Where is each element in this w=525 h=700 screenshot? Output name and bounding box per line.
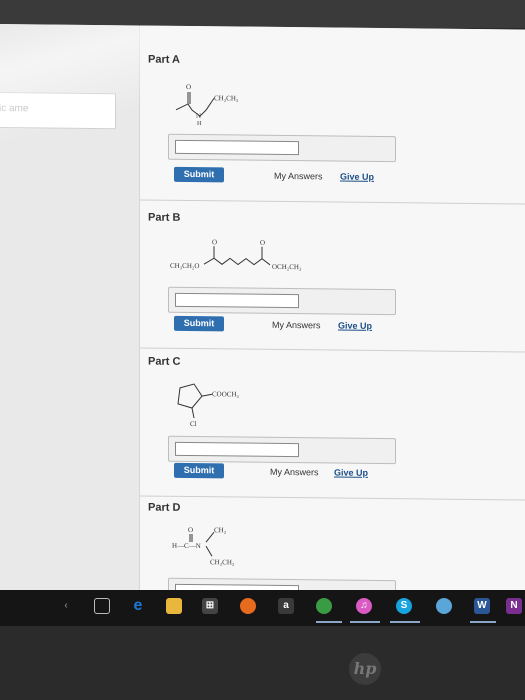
part-b-label-o2: O [260, 239, 265, 247]
globe-icon[interactable] [436, 598, 452, 614]
part-b-give-up-link[interactable]: Give Up [338, 321, 372, 331]
part-c-divider [140, 495, 525, 501]
part-a-give-up-link[interactable]: Give Up [340, 172, 374, 182]
part-b-label-ethoxy-left: CH₃CH₂O [170, 262, 199, 270]
chrome-active-indicator [316, 621, 342, 623]
amazon-icon[interactable]: a [278, 598, 294, 614]
part-b-divider [140, 347, 525, 353]
windows-taskbar: ‹ e ⊞ a ♫ S W N [0, 590, 525, 626]
taskbar-back-icon[interactable]: ‹ [58, 598, 74, 614]
edge-icon[interactable]: e [130, 598, 146, 614]
part-c-give-up-link[interactable]: Give Up [334, 467, 368, 477]
part-d-label-o: O [188, 526, 193, 534]
part-a-label-o: O [186, 83, 191, 91]
word-icon[interactable]: W [474, 598, 490, 614]
part-a-label-h: H [197, 121, 202, 127]
word-active-indicator [470, 621, 496, 623]
part-b-my-answers-link[interactable]: My Answers [272, 320, 321, 331]
left-panel: ic ame [0, 24, 140, 592]
part-a-answer-input[interactable] [175, 139, 299, 156]
part-a-submit-button[interactable]: Submit [174, 166, 224, 183]
part-c-submit-button[interactable]: Submit [174, 462, 224, 479]
part-c-answer-area [168, 435, 396, 465]
part-c-molecule: COOCH₃ Cl [177, 383, 240, 428]
browser-screen: ic ame Part A O CH₂CH₃ N H Submit My Ans… [0, 24, 525, 596]
part-b-title: Part B [148, 211, 181, 224]
firefox-icon[interactable] [240, 598, 256, 614]
hp-logo: hp [349, 653, 381, 685]
part-d-molecule: O CH₃ H—C—N CH₂CH₃ [172, 526, 235, 566]
part-c-label-ester: COOCH₃ [212, 390, 240, 398]
name-input-placeholder: ic ame [0, 102, 29, 115]
itunes-active-indicator [350, 621, 380, 623]
part-b-label-ethoxy-right: OCH₂CH₃ [272, 263, 302, 271]
part-d-label-ethyl: CH₂CH₃ [210, 558, 235, 566]
part-a-my-answers-link[interactable]: My Answers [274, 171, 323, 182]
part-d-label-hcn: H—C—N [172, 542, 201, 550]
part-b-answer-input[interactable] [175, 292, 299, 309]
file-explorer-icon[interactable] [166, 598, 182, 614]
part-c-my-answers-link[interactable]: My Answers [270, 467, 319, 478]
part-a-label-ethyl: CH₂CH₃ [214, 94, 239, 102]
part-a-divider [140, 199, 525, 205]
part-d-label-methyl: CH₃ [214, 526, 227, 534]
skype-icon[interactable]: S [396, 598, 412, 614]
part-c-label-cl: Cl [190, 420, 197, 428]
part-b-answer-area [168, 286, 396, 316]
part-b-submit-button[interactable]: Submit [174, 315, 224, 332]
part-b-molecule: O O CH₃CH₂O OCH₂CH₃ [170, 238, 302, 271]
part-a-answer-area [168, 133, 396, 163]
itunes-icon[interactable]: ♫ [356, 598, 372, 614]
part-a-label-n: N [196, 112, 201, 120]
chrome-icon[interactable] [316, 598, 332, 614]
part-b-label-o1: O [212, 238, 217, 246]
part-a-title: Part A [148, 53, 180, 66]
store-icon[interactable]: ⊞ [202, 598, 218, 614]
skype-active-indicator [390, 621, 420, 623]
part-d-title: Part D [148, 501, 181, 514]
part-a-molecule: O CH₂CH₃ N H [175, 83, 239, 127]
task-view-icon[interactable] [94, 598, 110, 614]
part-c-title: Part C [148, 355, 181, 368]
question-content: Part A O CH₂CH₃ N H Submit My Answers Gi… [140, 25, 525, 596]
monitor-bezel-top [0, 0, 525, 28]
monitor-bezel-bottom [0, 626, 525, 700]
name-input[interactable]: ic ame [0, 91, 116, 130]
part-c-answer-input[interactable] [175, 441, 299, 458]
onenote-icon[interactable]: N [506, 598, 522, 614]
